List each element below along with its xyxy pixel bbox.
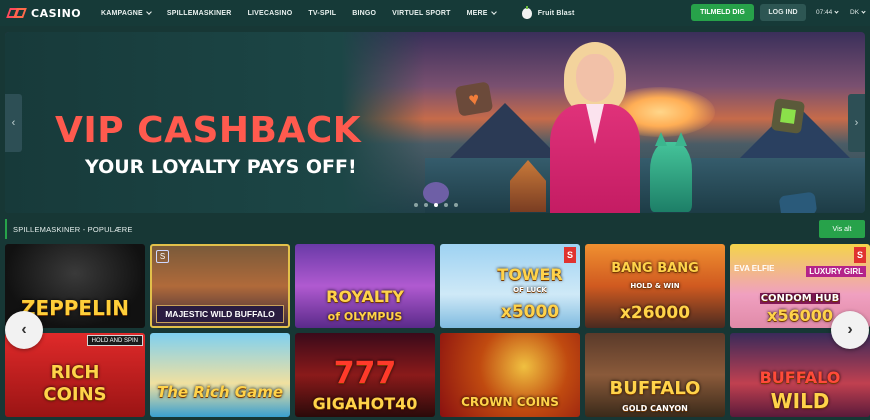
nav-item-label: Fruit Blast: [537, 9, 575, 17]
game-title: 777: [333, 356, 397, 391]
game-title: CROWN COINS: [461, 395, 559, 409]
pagination-dot[interactable]: [444, 203, 448, 207]
game-tile-buffalo-gold-canyon[interactable]: BUFFALO GOLD CANYON: [585, 333, 725, 417]
game-tile-crown-coins[interactable]: CROWN COINS: [440, 333, 580, 417]
nav-item-label: BINGO: [352, 9, 377, 17]
nav-item-livecasino[interactable]: LIVECASINO: [248, 10, 293, 17]
heart-gem-icon: ♥: [454, 81, 494, 117]
chevron-left-icon: ‹: [11, 117, 16, 129]
nav-item-spillemaskiner[interactable]: SPILLEMASKINER: [167, 10, 232, 17]
game-tag: HOLD AND SPIN: [86, 335, 143, 346]
fruit-icon: [521, 5, 532, 19]
game-subtitle: OF LUCK: [513, 286, 547, 294]
game-title: BUFFALO: [609, 378, 701, 399]
game-title: TOWER: [497, 265, 563, 284]
game-tile-royalty-of-olympus[interactable]: ROYALTY of OLYMPUS: [295, 244, 435, 328]
game-tile-tower-of-luck[interactable]: S TOWER OF LUCK x5000: [440, 244, 580, 328]
section-header: SPILLEMASKINER - POPULÆRE: [5, 219, 865, 239]
login-button[interactable]: LOG IND: [760, 4, 806, 21]
nav-item-mere[interactable]: MERE: [466, 8, 497, 17]
language-selector[interactable]: DK: [850, 9, 866, 16]
logo-text: CASINO: [31, 6, 82, 20]
game-title: ROYALTY: [326, 287, 404, 306]
game-title: BUFFALO: [759, 368, 841, 387]
nav-item-label: MERE: [466, 9, 488, 17]
view-all-button[interactable]: Vis alt: [819, 220, 865, 238]
game-title: The Rich Game: [156, 383, 284, 401]
nav-item-bingo[interactable]: BINGO: [352, 10, 376, 17]
hero-subtitle: YOUR LOYALTY PAYS OFF!: [85, 156, 357, 178]
pagination-dot[interactable]: [434, 203, 438, 207]
game-subtitle: HOLD & WIN: [630, 282, 680, 290]
chevron-right-icon: ›: [854, 117, 859, 129]
game-tile-the-rich-game[interactable]: The Rich Game: [150, 333, 290, 417]
provider-badge-icon: S: [564, 247, 576, 263]
game-tag-right: LUXURY GIRL: [806, 266, 866, 277]
chevron-down-icon: [834, 9, 839, 14]
game-subtitle: GIGAHOT40: [312, 394, 418, 413]
pagination-dot[interactable]: [454, 203, 458, 207]
blue-gem-icon: [778, 191, 818, 213]
clock-dropdown[interactable]: 07:44: [816, 9, 839, 16]
carousel-next-button[interactable]: ›: [831, 311, 869, 349]
game-multiplier: x26000: [619, 303, 691, 323]
game-title: CONDOM HUB: [760, 293, 840, 304]
casino-logo[interactable]: CASINO: [6, 6, 88, 20]
game-multiplier: x5000: [500, 302, 560, 322]
language-code: DK: [850, 9, 860, 16]
provider-logo-icon: S: [156, 250, 169, 263]
game-title: BANG BANG: [611, 261, 699, 276]
game-title: RICH: [50, 362, 100, 383]
chevron-right-icon: ›: [847, 321, 853, 338]
nav-item-label: KAMPAGNE: [101, 9, 143, 17]
nav-item-kampagne[interactable]: KAMPAGNE: [101, 8, 152, 17]
green-gem-icon: [770, 98, 806, 134]
flower-decoration: [423, 182, 449, 204]
game-title: MAJESTIC WILD BUFFALO: [156, 305, 284, 323]
game-subtitle: GOLD CANYON: [622, 404, 688, 413]
nav-item-tv-spil[interactable]: TV-SPIL: [308, 10, 336, 17]
hero-next-button[interactable]: ›: [848, 94, 865, 152]
provider-badge-icon: S: [854, 247, 866, 263]
game-tile-majestic-wild-buffalo[interactable]: S MAJESTIC WILD BUFFALO: [150, 244, 290, 328]
hero-banner[interactable]: VIP CASHBACK YOUR LOYALTY PAYS OFF! ♥ ‹ …: [5, 32, 865, 213]
nav-item-label: SPILLEMASKINER: [166, 9, 232, 17]
main-menu: KAMPAGNE SPILLEMASKINER LIVECASINO TV-SP…: [101, 5, 591, 19]
chevron-left-icon: ‹: [21, 321, 27, 338]
game-tile-gigahot40[interactable]: 777 GIGAHOT40: [295, 333, 435, 417]
chevron-down-icon: [490, 8, 497, 15]
nav-item-label: VIRTUEL SPORT: [392, 9, 451, 17]
nav-item-label: TV-SPIL: [308, 9, 337, 17]
game-subtitle: COINS: [43, 384, 107, 405]
game-subtitle: of OLYMPUS: [327, 310, 403, 323]
nav-item-virtuel-sport[interactable]: VIRTUEL SPORT: [392, 10, 450, 17]
hero-prev-button[interactable]: ‹: [5, 94, 22, 152]
clock-time: 07:44: [816, 9, 833, 16]
top-navbar: CASINO KAMPAGNE SPILLEMASKINER LIVECASIN…: [0, 0, 870, 26]
carousel-prev-button[interactable]: ‹: [5, 311, 43, 349]
pagination-dot[interactable]: [414, 203, 418, 207]
pagination-dot[interactable]: [424, 203, 428, 207]
nav-item-label: LIVECASINO: [247, 9, 293, 17]
vip-host-illustration: [550, 42, 640, 213]
section-title: SPILLEMASKINER - POPULÆRE: [13, 224, 133, 234]
chevron-down-icon: [146, 8, 152, 15]
signup-button[interactable]: TILMELD DIG: [691, 4, 754, 21]
hero-pagination: [414, 203, 464, 207]
cat-statue-illustration: [650, 132, 692, 212]
chevron-down-icon: [861, 9, 866, 14]
games-grid: ZEPPELIN S MAJESTIC WILD BUFFALO ROYALTY…: [5, 244, 870, 420]
logo-mark-icon: [6, 7, 28, 19]
game-tag-left: EVA ELFIE: [734, 264, 775, 273]
hero-title: VIP CASHBACK: [55, 110, 362, 151]
game-subtitle: WILD: [770, 389, 830, 413]
game-tile-bang-bang[interactable]: BANG BANG HOLD & WIN x26000: [585, 244, 725, 328]
nav-item-fruit-blast[interactable]: Fruit Blast: [512, 5, 575, 19]
